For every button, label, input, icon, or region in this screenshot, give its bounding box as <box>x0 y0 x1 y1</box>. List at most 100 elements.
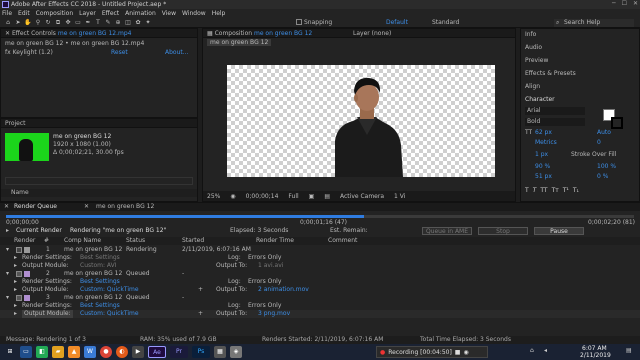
expand-arrow-icon[interactable]: ▾ <box>6 294 9 302</box>
zoom-tool-icon[interactable]: ⚲ <box>34 19 42 27</box>
maximize-icon[interactable]: ☐ <box>622 0 627 7</box>
col-render[interactable]: Render <box>14 237 35 245</box>
expand-arrow-icon[interactable]: ▸ <box>14 286 17 294</box>
stroke-size-value[interactable]: 1 px <box>535 151 548 158</box>
rectangle-tool-icon[interactable]: ▭ <box>74 19 82 27</box>
expand-arrow-icon[interactable]: ▾ <box>6 270 9 278</box>
about-link[interactable]: About... <box>165 49 188 57</box>
expand-arrow-icon[interactable]: ▸ <box>14 262 17 270</box>
record-icon[interactable]: ● <box>380 349 385 356</box>
volume-icon[interactable]: ◂ <box>544 347 547 354</box>
project-search-input[interactable] <box>5 177 193 185</box>
camera-icon[interactable]: ◉ <box>463 349 468 356</box>
file-explorer-icon[interactable]: ▭ <box>20 346 32 358</box>
stop-recording-icon[interactable]: ■ <box>455 349 461 356</box>
minimize-icon[interactable]: ─ <box>612 0 616 7</box>
vertical-scale-value[interactable]: 90 % <box>535 163 550 170</box>
reset-link[interactable]: Reset <box>111 49 128 57</box>
expand-arrow-icon[interactable]: ▸ <box>6 227 9 235</box>
expand-arrow-icon[interactable]: ▸ <box>14 278 17 286</box>
magnification-dropdown[interactable]: 25% <box>207 193 220 200</box>
log-dropdown[interactable]: Errors Only <box>248 254 281 262</box>
current-time-display[interactable]: 0;00;00;14 <box>246 193 279 200</box>
baseline-shift-value[interactable]: 51 px <box>535 173 552 180</box>
project-column-header[interactable]: Name <box>1 189 197 197</box>
pen-tool-icon[interactable]: ✒ <box>84 19 92 27</box>
faux-bold-button[interactable]: T <box>525 187 529 194</box>
view-layout-dropdown[interactable]: 1 Vi <box>394 193 405 200</box>
media-icon[interactable]: ▶ <box>132 346 144 358</box>
active-camera-dropdown[interactable]: Active Camera <box>340 193 384 200</box>
camera-tool-icon[interactable]: ⧉ <box>54 19 62 27</box>
search-help-input[interactable]: ⌕ Search Help <box>554 19 634 27</box>
effect-controls-tab[interactable]: ✕ Effect Controls me on green BG 12.mp4 <box>1 29 197 38</box>
col-number[interactable]: # <box>44 237 49 245</box>
menu-effect[interactable]: Effect <box>102 10 119 17</box>
output-to-value[interactable]: 2 animation.mov <box>258 286 309 294</box>
panel-effects-presets[interactable]: Effects & Presets <box>525 70 576 77</box>
camera-snapshot-icon[interactable]: ◉ <box>230 193 235 200</box>
queue-in-ame-button[interactable]: Queue in AME <box>422 227 472 235</box>
log-dropdown[interactable]: Errors Only <box>248 278 281 286</box>
expand-arrow-icon[interactable]: ▸ <box>14 254 17 262</box>
workspace-default[interactable]: Default <box>386 19 408 27</box>
render-item-row[interactable]: ▾ 1 me on green BG 12 Rendering 2/11/201… <box>0 246 640 254</box>
superscript-button[interactable]: T¹ <box>563 187 569 194</box>
panel-audio[interactable]: Audio <box>525 44 542 51</box>
label-color-swatch[interactable] <box>24 271 30 277</box>
type-tool-icon[interactable]: T <box>94 19 102 27</box>
add-output-icon[interactable]: + <box>198 310 203 318</box>
rotate-tool-icon[interactable]: ↻ <box>44 19 52 27</box>
col-started[interactable]: Started <box>182 237 204 245</box>
app-icon[interactable]: ◈ <box>230 346 242 358</box>
close-icon[interactable]: ✕ <box>84 203 89 211</box>
panel-info[interactable]: Info <box>525 31 536 38</box>
menu-layer[interactable]: Layer <box>79 10 96 17</box>
stroke-color-swatch[interactable] <box>611 117 623 129</box>
eraser-tool-icon[interactable]: ◫ <box>124 19 132 27</box>
folder-icon[interactable]: ▰ <box>52 346 64 358</box>
firefox-icon[interactable]: ◐ <box>116 346 128 358</box>
character-panel-title[interactable]: Character <box>525 96 555 103</box>
project-tab[interactable]: Project <box>1 119 197 128</box>
small-caps-button[interactable]: Tᴛ <box>552 187 559 194</box>
pause-button[interactable]: Pause <box>534 227 584 235</box>
composition-sub-tab[interactable]: me on green BG 12 <box>203 38 515 46</box>
expand-arrow-icon[interactable]: ▸ <box>14 310 17 318</box>
col-render-time[interactable]: Render Time <box>256 237 294 245</box>
expand-arrow-icon[interactable]: ▾ <box>6 246 9 254</box>
subscript-button[interactable]: T₁ <box>573 187 579 194</box>
all-caps-button[interactable]: TT <box>540 187 547 194</box>
hand-tool-icon[interactable]: ✋ <box>24 19 32 27</box>
expand-arrow-icon[interactable]: ▸ <box>14 302 17 310</box>
menu-composition[interactable]: Composition <box>36 10 73 17</box>
menu-edit[interactable]: Edit <box>18 10 30 17</box>
stop-button[interactable]: Stop <box>478 227 528 235</box>
leading-value[interactable]: Auto <box>597 129 611 136</box>
resolution-dropdown[interactable]: Full <box>288 193 298 200</box>
layer-tab[interactable]: Layer (none) <box>353 29 391 38</box>
col-status[interactable]: Status <box>126 237 145 245</box>
close-icon[interactable]: ✕ <box>4 203 9 211</box>
menu-window[interactable]: Window <box>182 10 206 17</box>
close-icon[interactable]: ✕ <box>633 0 638 7</box>
output-module-value[interactable]: Custom: QuickTime <box>80 310 139 318</box>
stroke-mode-dropdown[interactable]: Stroke Over Fill <box>571 151 616 158</box>
windows-start-icon[interactable]: ⊞ <box>4 346 16 358</box>
after-effects-taskbar-icon[interactable]: Ae <box>148 346 166 358</box>
network-icon[interactable]: ⌂ <box>530 347 534 354</box>
notification-icon[interactable]: ▤ <box>626 347 632 354</box>
kerning-value[interactable]: Metrics <box>535 139 557 146</box>
render-checkbox[interactable] <box>16 271 22 277</box>
composition-viewer[interactable] <box>227 65 495 177</box>
log-dropdown[interactable]: Errors Only <box>248 302 281 310</box>
clone-stamp-tool-icon[interactable]: ⊕ <box>114 19 122 27</box>
app-icon[interactable]: ▦ <box>214 346 226 358</box>
chrome-icon[interactable]: ● <box>100 346 112 358</box>
render-checkbox[interactable] <box>16 295 22 301</box>
render-queue-tab[interactable]: Render Queue <box>14 203 57 211</box>
label-color-swatch[interactable] <box>24 295 30 301</box>
render-item-row[interactable]: ▾ 2 me on green BG 12 Queued - <box>0 270 640 278</box>
tsume-value[interactable]: 0 % <box>597 173 608 180</box>
render-checkbox[interactable] <box>16 247 22 253</box>
